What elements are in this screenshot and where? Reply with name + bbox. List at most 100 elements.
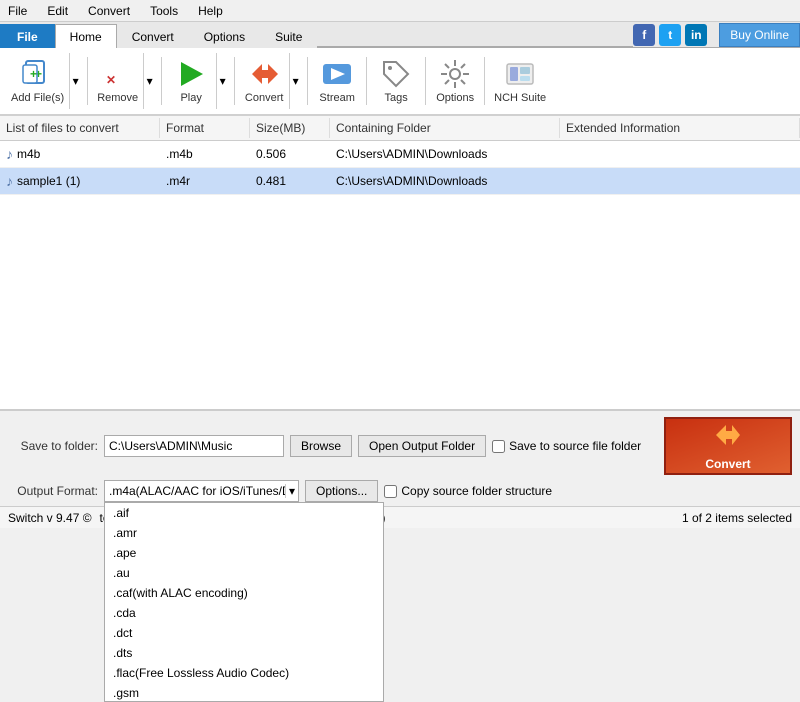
remove-group: ✕ Remove ▾	[92, 53, 155, 109]
play-group: Play ▾	[166, 53, 228, 109]
tags-button[interactable]: Tags	[371, 53, 421, 109]
convert-toolbar-label: Convert	[245, 92, 284, 104]
menu-bar: File Edit Convert Tools Help	[0, 0, 800, 22]
bottom-controls: Save to folder: Browse Open Output Folde…	[0, 409, 800, 506]
save-folder-label: Save to folder:	[8, 439, 98, 453]
tab-options[interactable]: Options	[189, 24, 260, 48]
col-header-size: Size(MB)	[250, 118, 330, 138]
dropdown-item[interactable]: .aif	[105, 503, 383, 523]
add-files-dropdown-arrow[interactable]: ▾	[69, 53, 81, 109]
add-files-button[interactable]: + + Add File(s)	[6, 53, 69, 109]
file-ext-cell	[560, 178, 800, 184]
format-dropdown-container: .m4a(ALAC/AAC for iOS/iTunes/DSI) ▾ .aif…	[104, 480, 299, 502]
tags-label: Tags	[385, 92, 408, 104]
col-header-name: List of files to convert	[0, 118, 160, 138]
file-name-cell: ♪ sample1 (1)	[0, 170, 160, 192]
menu-edit[interactable]: Edit	[43, 2, 72, 20]
menu-help[interactable]: Help	[194, 2, 227, 20]
file-size-cell: 0.481	[250, 171, 330, 191]
save-folder-input[interactable]	[104, 435, 284, 457]
file-ext-cell	[560, 151, 800, 157]
table-row[interactable]: ♪ sample1 (1) .m4r 0.481 C:\Users\ADMIN\…	[0, 168, 800, 195]
remove-label: Remove	[97, 92, 138, 104]
convert-group: Convert ▾	[239, 53, 301, 109]
social-area: f t in Buy Online	[633, 23, 800, 47]
tab-suite[interactable]: Suite	[260, 24, 317, 48]
dropdown-item[interactable]: .dts	[105, 643, 383, 663]
convert-toolbar-icon	[248, 58, 280, 90]
file-list-wrapper[interactable]: ♪ m4b .m4b 0.506 C:\Users\ADMIN\Download…	[0, 141, 800, 409]
menu-file[interactable]: File	[4, 2, 31, 20]
stream-label: Stream	[319, 92, 354, 104]
twitter-btn[interactable]: t	[659, 24, 681, 46]
save-source-checkbox[interactable]	[492, 440, 505, 453]
col-header-folder: Containing Folder	[330, 118, 560, 138]
ribbon-tabs: File Home Convert Options Suite f t in B…	[0, 22, 800, 48]
dropdown-item[interactable]: .cda	[105, 603, 383, 623]
copy-structure-checkbox-label[interactable]: Copy source folder structure	[384, 484, 552, 498]
browse-button[interactable]: Browse	[290, 435, 352, 457]
file-list-header: List of files to convert Format Size(MB)…	[0, 116, 800, 141]
convert-btn-label: Convert	[705, 457, 750, 471]
options-button[interactable]: Options	[430, 53, 480, 109]
stream-button[interactable]: Stream	[312, 53, 362, 109]
tab-file[interactable]: File	[0, 24, 55, 48]
dropdown-item[interactable]: .amr	[105, 523, 383, 543]
nch-suite-icon	[504, 58, 536, 90]
add-files-icon: + +	[22, 58, 54, 90]
convert-btn-icon	[714, 421, 742, 449]
file-name-cell: ♪ m4b	[0, 143, 160, 165]
app-window: File Edit Convert Tools Help File Home C…	[0, 0, 800, 528]
file-format-cell: .m4b	[160, 144, 250, 164]
file-icon: ♪	[6, 146, 13, 162]
save-source-checkbox-label[interactable]: Save to source file folder	[492, 439, 641, 453]
file-size-cell: 0.506	[250, 144, 330, 164]
table-row[interactable]: ♪ m4b .m4b 0.506 C:\Users\ADMIN\Download…	[0, 141, 800, 168]
status-left: Switch v 9.47 ©	[8, 511, 92, 525]
tab-convert[interactable]: Convert	[117, 24, 189, 48]
dropdown-item[interactable]: .gsm	[105, 683, 383, 702]
menu-convert[interactable]: Convert	[84, 2, 134, 20]
convert-button[interactable]: Convert	[664, 417, 792, 475]
copy-structure-checkbox[interactable]	[384, 485, 397, 498]
col-header-format: Format	[160, 118, 250, 138]
dropdown-item[interactable]: .dct	[105, 623, 383, 643]
tags-icon	[380, 58, 412, 90]
file-folder-cell: C:\Users\ADMIN\Downloads	[330, 171, 560, 191]
dropdown-item[interactable]: .flac(Free Lossless Audio Codec)	[105, 663, 383, 683]
convert-dropdown-arrow[interactable]: ▾	[289, 53, 301, 109]
remove-button[interactable]: ✕ Remove	[92, 53, 143, 109]
file-folder-cell: C:\Users\ADMIN\Downloads	[330, 144, 560, 164]
output-format-row: Output Format: .m4a(ALAC/AAC for iOS/iTu…	[8, 480, 792, 502]
add-files-group: + + Add File(s) ▾	[6, 53, 81, 109]
play-label: Play	[180, 92, 201, 104]
remove-icon: ✕	[102, 58, 134, 90]
svg-text:+: +	[30, 67, 37, 81]
dropdown-item[interactable]: .au	[105, 563, 383, 583]
file-icon: ♪	[6, 173, 13, 189]
options-format-button[interactable]: Options...	[305, 480, 378, 502]
stream-icon	[321, 58, 353, 90]
menu-tools[interactable]: Tools	[146, 2, 182, 20]
status-right: 1 of 2 items selected	[682, 511, 792, 525]
play-dropdown-arrow[interactable]: ▾	[216, 53, 228, 109]
play-icon	[175, 58, 207, 90]
facebook-btn[interactable]: f	[633, 24, 655, 46]
open-output-button[interactable]: Open Output Folder	[358, 435, 486, 457]
tab-home[interactable]: Home	[55, 24, 117, 48]
options-label: Options	[436, 92, 474, 104]
linkedin-btn[interactable]: in	[685, 24, 707, 46]
file-list-area: List of files to convert Format Size(MB)…	[0, 116, 800, 409]
play-button[interactable]: Play	[166, 53, 216, 109]
remove-dropdown-arrow[interactable]: ▾	[143, 53, 155, 109]
buy-online-button[interactable]: Buy Online	[719, 23, 800, 47]
format-dropdown-list[interactable]: .aif .amr .ape .au .caf(with ALAC encodi…	[104, 502, 384, 702]
dropdown-item[interactable]: .caf(with ALAC encoding)	[105, 583, 383, 603]
dropdown-item[interactable]: .ape	[105, 543, 383, 563]
save-folder-row: Save to folder: Browse Open Output Folde…	[8, 417, 792, 475]
format-dropdown-arrow[interactable]: ▾	[285, 484, 298, 498]
convert-toolbar-button[interactable]: Convert	[239, 53, 289, 109]
nch-suite-button[interactable]: NCH Suite	[489, 53, 551, 109]
format-select[interactable]: .m4a(ALAC/AAC for iOS/iTunes/DSI) ▾	[104, 480, 299, 502]
svg-text:✕: ✕	[106, 73, 116, 87]
